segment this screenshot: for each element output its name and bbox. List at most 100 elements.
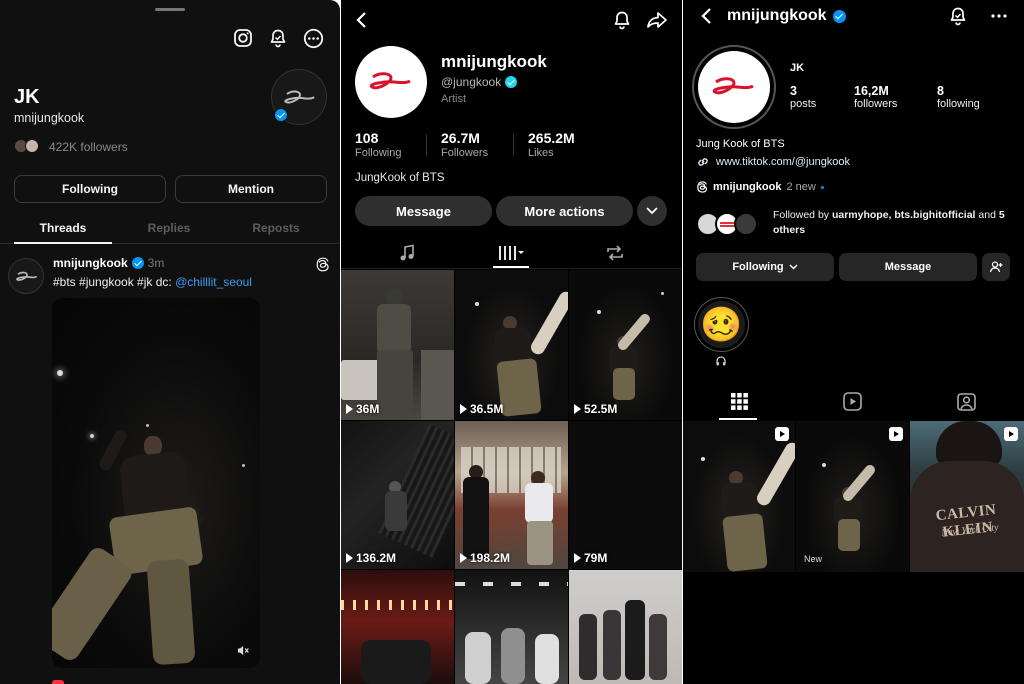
logo-icon <box>712 77 754 95</box>
tagged-tab-icon[interactable] <box>955 390 977 412</box>
post-author[interactable]: mnijungkook <box>53 256 128 270</box>
message-button[interactable]: Message <box>355 196 492 226</box>
verified-badge <box>274 108 288 122</box>
video-thumbnail[interactable]: 136.2M <box>341 421 454 569</box>
instagram-profile-panel: mnijungkook JK 3 posts 16,2M followers 8… <box>683 0 1024 684</box>
following-button[interactable]: Following <box>14 175 166 203</box>
bio: Jung Kook of BTS <box>696 138 785 150</box>
new-dot <box>820 185 824 189</box>
video-thumbnail[interactable]: 198.2M <box>455 421 568 569</box>
music-tab-icon[interactable] <box>396 242 418 264</box>
mute-icon[interactable] <box>234 642 250 658</box>
threads-badge[interactable]: mnijungkook 2 new <box>696 181 824 193</box>
grid-tab-icon[interactable] <box>728 390 750 412</box>
post-video[interactable] <box>52 298 260 668</box>
video-thumbnail[interactable] <box>341 570 454 684</box>
caption-mention[interactable]: @chilllit_seoul <box>175 275 252 289</box>
divider <box>426 134 427 156</box>
bell-icon[interactable] <box>267 27 289 49</box>
caption-text: #bts #jungkook #jk dc: <box>53 275 176 289</box>
story-highlight[interactable]: 🥴 <box>694 297 749 352</box>
video-thumbnail[interactable]: 52.5M <box>569 270 682 420</box>
play-icon <box>346 553 353 563</box>
more-actions-button[interactable]: More actions <box>496 196 633 226</box>
threads-profile-panel: JK mnijungkook 422K followers Following … <box>0 0 340 684</box>
tab-bar: Threads Replies Reposts <box>0 217 340 244</box>
view-count: 198.2M <box>460 551 510 565</box>
username: mnijungkook <box>441 52 547 71</box>
stat-following[interactable]: 8 following <box>937 84 980 110</box>
stat-value: 8 <box>937 84 944 98</box>
repost-tab-icon[interactable] <box>604 242 626 264</box>
follower-avatar <box>25 139 39 153</box>
threads-icon[interactable] <box>313 255 331 273</box>
logo-icon <box>369 72 411 90</box>
video-thumbnail[interactable]: 79M <box>569 421 682 569</box>
stat-followers[interactable]: 26.7M Followers <box>441 130 488 159</box>
header-title: mnijungkook <box>727 7 846 25</box>
category: Artist <box>441 93 467 105</box>
reels-tab-icon[interactable] <box>841 390 863 412</box>
handle: @jungkook <box>441 75 502 89</box>
more-icon[interactable] <box>988 4 1010 28</box>
play-icon <box>346 404 353 414</box>
avatar[interactable] <box>355 46 427 118</box>
stat-likes[interactable]: 265.2M Likes <box>528 130 575 159</box>
stat-label: Likes <box>528 147 554 159</box>
stat-label: Followers <box>441 147 489 159</box>
divider <box>513 134 514 156</box>
instagram-icon[interactable] <box>232 27 254 49</box>
play-icon <box>460 404 467 414</box>
avatar-ring[interactable] <box>692 45 776 129</box>
drag-handle[interactable] <box>155 8 185 11</box>
mutual-names: uarmyhope, bts.bighitofficial <box>831 209 976 221</box>
play-icon <box>574 404 581 414</box>
more-icon[interactable] <box>302 27 324 49</box>
bell-icon[interactable] <box>946 4 970 28</box>
followed-by-text[interactable]: Followed by uarmyhope, bts.bighitofficia… <box>773 208 1009 237</box>
bio-link[interactable]: www.tiktok.com/@jungkook <box>696 155 850 169</box>
view-count: 79M <box>574 551 607 565</box>
video-thumbnail[interactable] <box>455 570 568 684</box>
videos-tab-icon[interactable] <box>497 242 525 264</box>
mention-button[interactable]: Mention <box>175 175 327 203</box>
stat-value: 265.2M <box>528 130 575 146</box>
chevron-down-icon[interactable] <box>637 196 667 226</box>
post-caption: #bts #jungkook #jk dc: @chilllit_seoul <box>53 275 252 289</box>
post-avatar[interactable] <box>8 258 44 294</box>
tab-reposts[interactable]: Reposts <box>226 221 326 235</box>
message-button[interactable]: Message <box>839 253 977 281</box>
like-icon[interactable] <box>52 680 64 684</box>
username: mnijungkook <box>727 7 827 24</box>
back-icon[interactable] <box>697 6 715 26</box>
share-icon[interactable] <box>645 9 669 31</box>
post-thumbnail[interactable]: CALVIN KLEIN New York City <box>910 421 1024 572</box>
threads-name: mnijungkook <box>713 181 782 193</box>
following-button[interactable]: Following <box>696 253 834 281</box>
followers-count[interactable]: 422K followers <box>49 140 128 154</box>
bell-icon[interactable] <box>611 9 633 31</box>
play-icon <box>460 553 467 563</box>
add-user-button[interactable] <box>982 253 1010 281</box>
video-thumbnail[interactable]: 36M <box>341 270 454 420</box>
stat-value: 26.7M <box>441 130 480 146</box>
stat-posts[interactable]: 3 posts <box>790 84 816 110</box>
view-count: 36M <box>346 402 379 416</box>
stat-value: 108 <box>355 130 379 146</box>
reel-icon <box>889 427 903 441</box>
post-thumbnail[interactable] <box>683 421 795 572</box>
tab-threads[interactable]: Threads <box>14 221 112 235</box>
view-count: 136.2M <box>346 551 396 565</box>
back-icon[interactable] <box>351 10 371 30</box>
post-thumbnail[interactable]: New <box>796 421 909 572</box>
video-thumbnail[interactable] <box>569 570 682 684</box>
stat-following[interactable]: 108 Following <box>355 130 401 159</box>
tab-replies[interactable]: Replies <box>120 221 218 235</box>
tiktok-profile-panel: mnijungkook @jungkook Artist 108 Followi… <box>341 0 682 684</box>
stat-followers[interactable]: 16,2M followers <box>854 84 897 110</box>
chevron-down-icon <box>789 264 798 270</box>
threads-new: 2 new <box>786 181 816 193</box>
stat-label: followers <box>854 98 898 110</box>
stat-value: 16,2M <box>854 84 889 98</box>
video-thumbnail[interactable]: 36.5M <box>455 270 568 420</box>
